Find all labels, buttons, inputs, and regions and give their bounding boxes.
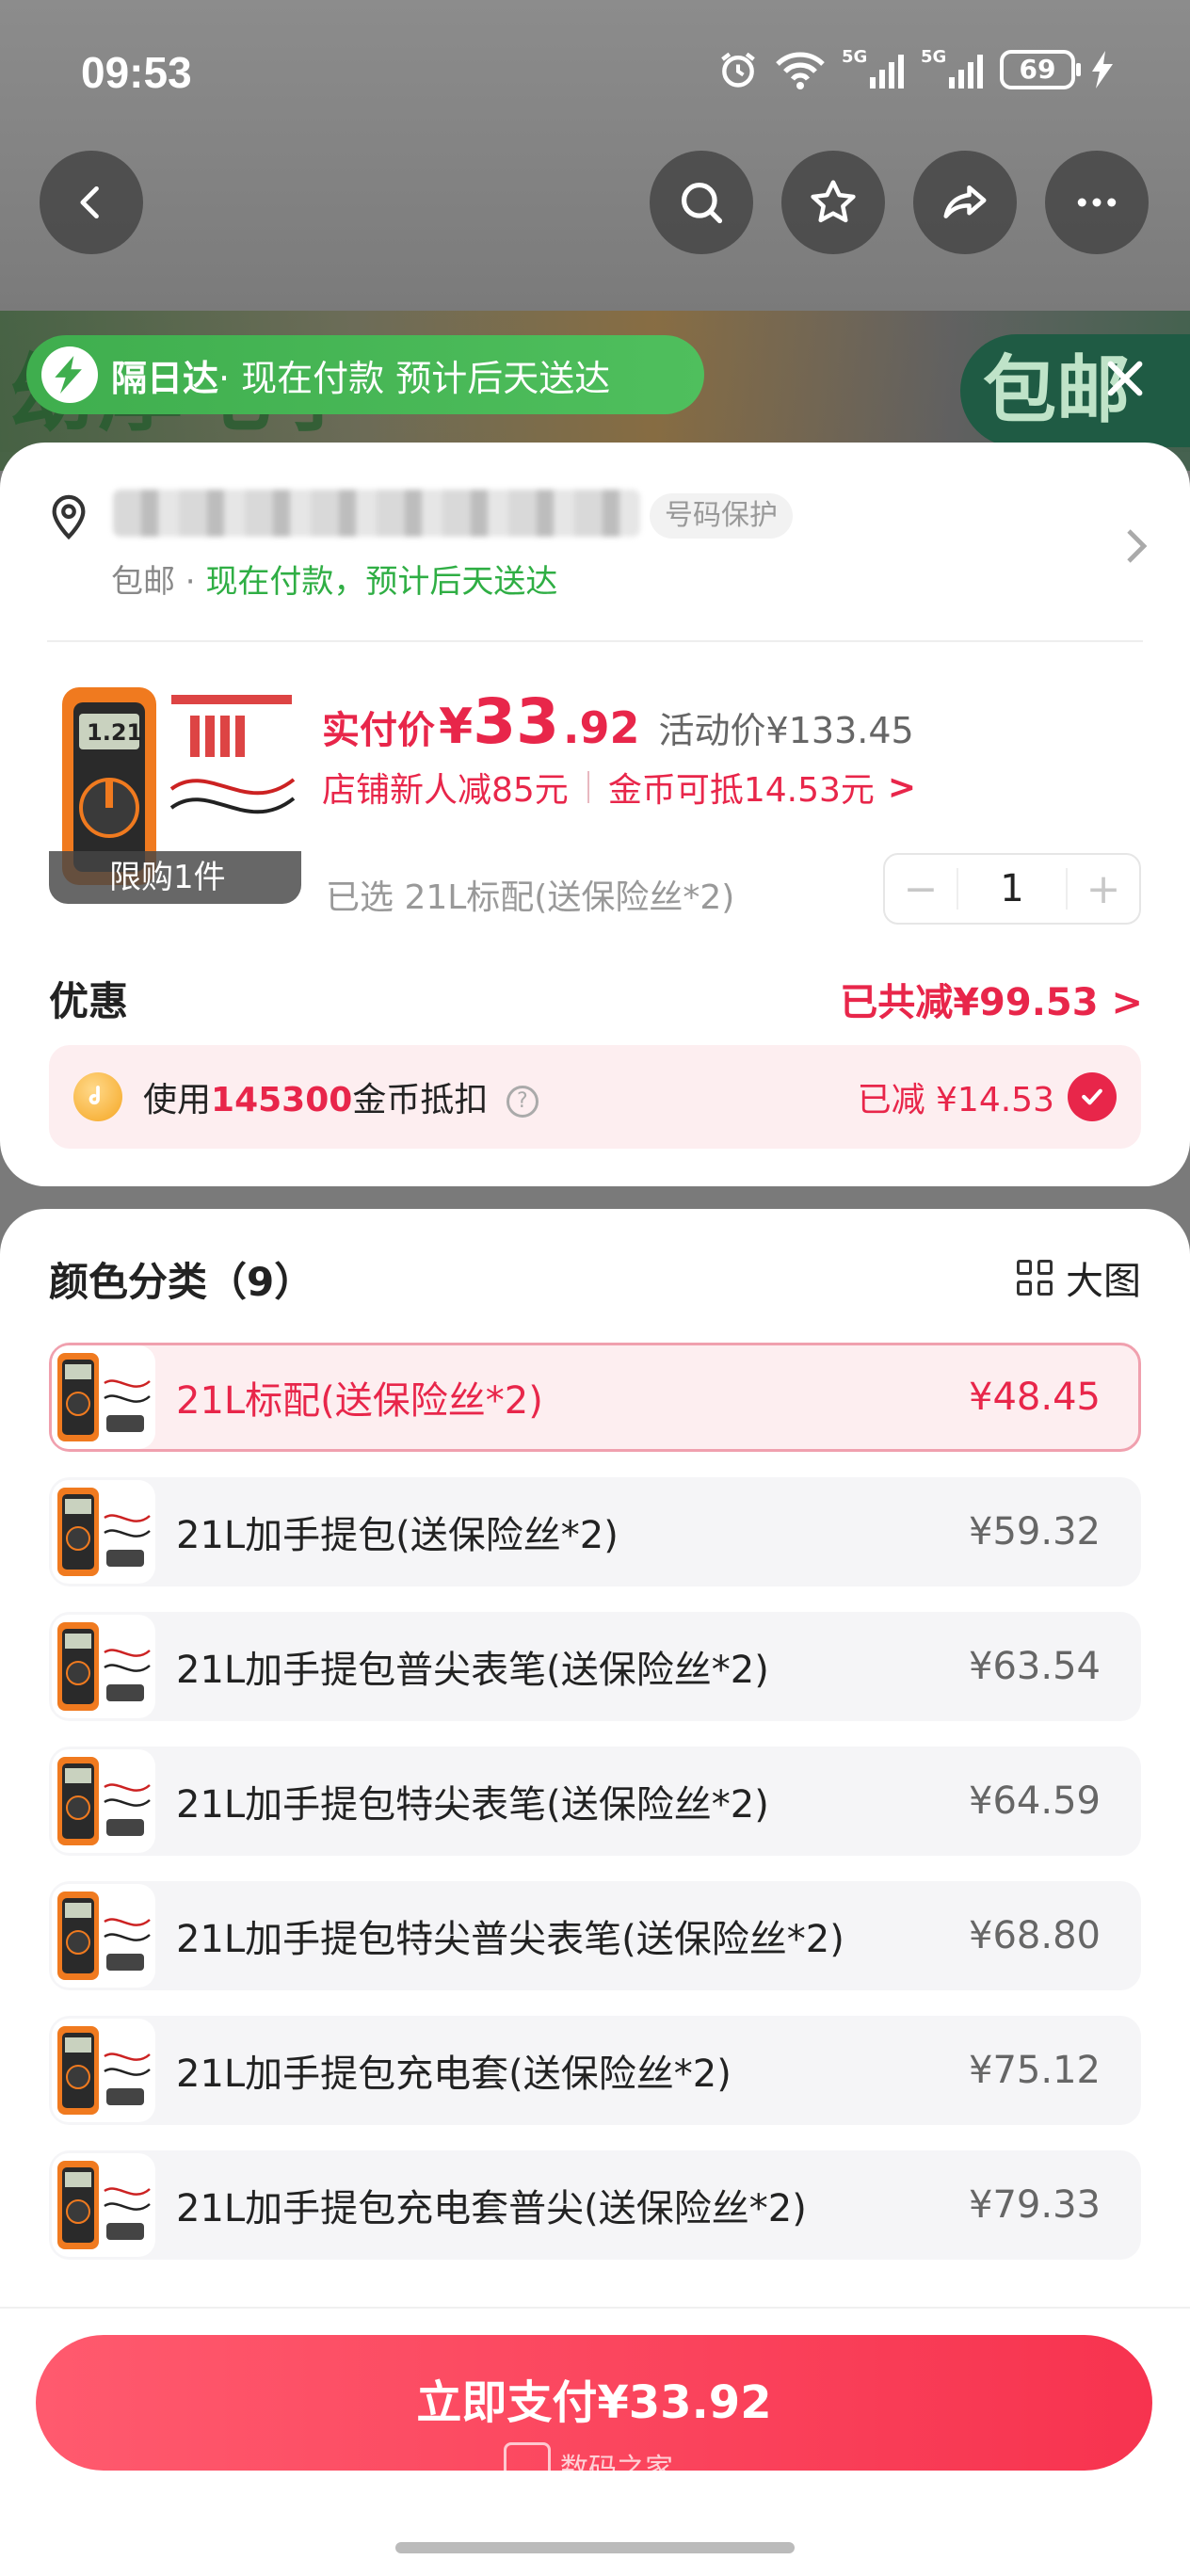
price-line: 实付价 ¥ 33 .92 活动价¥133.45 <box>322 685 914 758</box>
back-button[interactable] <box>40 151 143 254</box>
coin-saved: 已减 ¥14.53 <box>858 1072 1117 1121</box>
order-summary-sheet: 号码保护 包邮 · 现在付款，预计后天送达 1.21 限购1件 实付价 ¥ 33… <box>0 443 1190 1186</box>
bottom-bar: 立即支付¥33.92 数码之家 <box>0 2307 1190 2576</box>
variant-thumbnail <box>52 1884 155 1988</box>
variant-option[interactable]: 21L加手提包充电套普尖(送保险丝*2) ¥79.33 <box>49 2150 1141 2260</box>
variant-price: ¥75.12 <box>969 2049 1101 2092</box>
variant-option[interactable]: 21L加手提包普尖表笔(送保险丝*2) ¥63.54 <box>49 1612 1141 1721</box>
watermark: 数码之家 <box>504 2442 673 2489</box>
home-indicator[interactable] <box>395 2542 795 2553</box>
close-button[interactable] <box>1092 348 1158 414</box>
shop-new-discount: 店铺新人减85元 <box>322 771 569 810</box>
big-picture-toggle[interactable]: 大图 <box>1017 1250 1141 1305</box>
back-icon <box>80 185 99 219</box>
decrease-button[interactable]: − <box>885 865 957 913</box>
variant-price: ¥48.45 <box>969 1376 1101 1419</box>
variant-option[interactable]: 21L加手提包特尖表笔(送保险丝*2) ¥64.59 <box>49 1747 1141 1856</box>
pay-price-integer: 33 <box>473 685 560 758</box>
selected-variant: 已选 21L标配(送保险丝*2) <box>326 878 735 917</box>
address-redacted <box>113 490 640 537</box>
variant-list: 21L标配(送保险丝*2) ¥48.45 21L加手提包(送保险丝*2) ¥59… <box>49 1343 1141 2285</box>
lightning-icon <box>41 346 98 403</box>
variant-option[interactable]: 21L加手提包特尖普尖表笔(送保险丝*2) ¥68.80 <box>49 1881 1141 1990</box>
variant-price: ¥63.54 <box>969 1645 1101 1688</box>
status-icons: 5G 5G 69 <box>717 47 1113 90</box>
purchase-limit-tag: 限购1件 <box>49 851 301 904</box>
variant-price: ¥64.59 <box>969 1779 1101 1823</box>
signal-icon-2: 5G <box>921 47 983 89</box>
variant-price: ¥68.80 <box>969 1914 1101 1957</box>
more-button[interactable] <box>1045 151 1149 254</box>
search-button[interactable] <box>650 151 753 254</box>
wifi-icon <box>776 52 825 89</box>
variant-thumbnail <box>52 1480 155 1584</box>
star-icon <box>811 180 856 223</box>
variant-thumbnail <box>52 1749 155 1853</box>
variant-option[interactable]: 21L加手提包充电套(送保险丝*2) ¥75.12 <box>49 2016 1141 2125</box>
status-time: 09:53 <box>81 48 192 97</box>
increase-button[interactable]: + <box>1068 865 1139 913</box>
variant-option[interactable]: 21L标配(送保险丝*2) ¥48.45 <box>49 1343 1141 1452</box>
variant-thumbnail <box>52 2019 155 2122</box>
divider <box>587 771 589 803</box>
svg-text:1.21: 1.21 <box>87 719 142 746</box>
help-icon[interactable]: ? <box>506 1086 539 1118</box>
chevron-right-icon <box>1127 529 1148 563</box>
close-icon <box>1107 361 1143 396</box>
product-image: 1.21 限购1件 <box>49 676 301 904</box>
search-icon <box>681 182 723 224</box>
alarm-icon <box>721 52 755 88</box>
delivery-tag: 隔日达 <box>111 357 219 399</box>
discount-total-link[interactable]: 已共减¥99.53 > <box>840 972 1143 1026</box>
variant-name: 21L加手提包充电套普尖(送保险丝*2) <box>176 2187 807 2230</box>
big-picture-label: 大图 <box>1066 1260 1141 1303</box>
coin-deduction-text: 使用145300金币抵扣 ? <box>143 1072 539 1121</box>
battery-icon: 69 <box>1000 50 1081 89</box>
variant-option[interactable]: 21L加手提包(送保险丝*2) ¥59.32 <box>49 1477 1141 1586</box>
pay-price-decimal: .92 <box>563 702 640 753</box>
color-category-title: 颜色分类（9） <box>49 1259 314 1305</box>
variant-price: ¥79.33 <box>969 2183 1101 2227</box>
more-icon <box>1077 198 1117 207</box>
variant-name: 21L加手提包特尖普尖表笔(送保险丝*2) <box>176 1918 844 1961</box>
address-shipping-info: 包邮 · 现在付款，预计后天送达 <box>111 563 558 601</box>
activity-price: 活动价¥133.45 <box>658 710 914 751</box>
pay-price-label: 实付价 <box>322 709 435 752</box>
quantity-stepper[interactable]: − 1 + <box>883 853 1141 925</box>
variant-name: 21L加手提包普尖表笔(送保险丝*2) <box>176 1649 769 1692</box>
signal-icon: 5G <box>842 47 904 89</box>
delivery-text: · 现在付款 预计后天送达 <box>218 357 611 399</box>
chevron-right-icon: > <box>887 767 917 807</box>
watermark-logo-icon <box>504 2442 551 2489</box>
variant-price: ¥59.32 <box>969 1510 1101 1554</box>
variant-name: 21L加手提包(送保险丝*2) <box>176 1514 619 1557</box>
variant-name: 21L标配(送保险丝*2) <box>176 1379 543 1423</box>
variant-thumbnail <box>52 2153 155 2257</box>
charging-icon <box>1092 51 1113 89</box>
promo-line[interactable]: 店铺新人减85元 金币可抵14.53元 > <box>322 763 916 812</box>
share-button[interactable] <box>913 151 1017 254</box>
discount-title: 优惠 <box>49 978 129 1024</box>
variant-name: 21L加手提包特尖表笔(送保险丝*2) <box>176 1783 769 1827</box>
number-protection-badge: 号码保护 <box>650 493 793 539</box>
coin-icon <box>73 1072 122 1121</box>
variant-name: 21L加手提包充电套(送保险丝*2) <box>176 2053 732 2096</box>
variant-thumbnail <box>52 1345 155 1449</box>
favorite-button[interactable] <box>781 151 885 254</box>
address-row[interactable]: 号码保护 包邮 · 现在付款，预计后天送达 <box>47 480 1149 603</box>
coin-deduct-text: 金币可抵14.53元 <box>607 771 875 810</box>
location-icon <box>52 494 86 540</box>
currency-symbol: ¥ <box>439 699 474 755</box>
quantity-value: 1 <box>957 868 1068 910</box>
share-icon <box>943 185 987 218</box>
variant-thumbnail <box>52 1615 155 1718</box>
divider <box>47 640 1143 642</box>
coin-deduction-box[interactable]: 使用145300金币抵扣 ? 已减 ¥14.53 <box>49 1045 1141 1149</box>
check-icon[interactable] <box>1068 1072 1117 1121</box>
next-day-delivery-pill: 隔日达 · 现在付款 预计后天送达 <box>26 335 704 414</box>
grid-icon <box>1017 1260 1053 1296</box>
